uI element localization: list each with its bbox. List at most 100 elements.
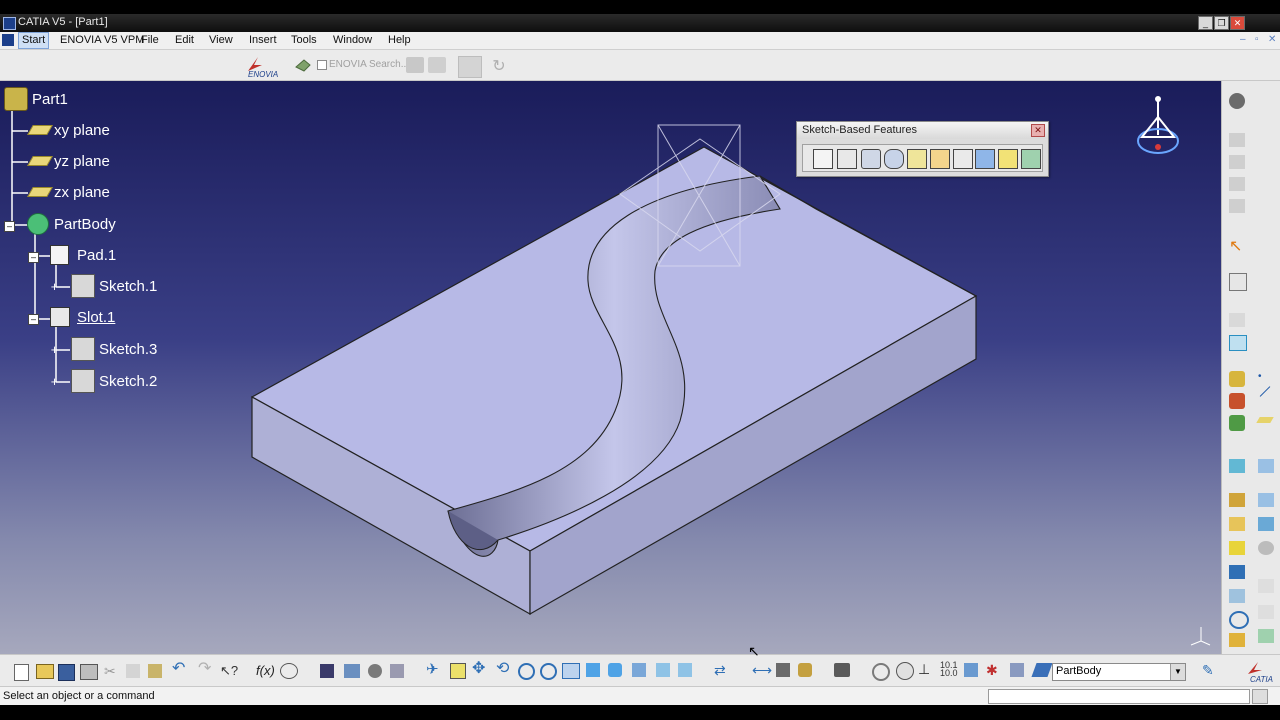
menu-edit[interactable]: Edit <box>175 34 194 46</box>
hybrid-design-icon[interactable] <box>872 663 890 681</box>
units-icon[interactable]: 10.1 10.0 <box>940 661 958 678</box>
iso-view-icon[interactable] <box>608 663 622 677</box>
text-annotation-icon[interactable] <box>1258 579 1274 593</box>
split-icon[interactable] <box>1229 459 1245 473</box>
restore-button[interactable]: ❐ <box>1214 16 1229 30</box>
shaft-tool-icon[interactable] <box>861 149 881 169</box>
collapse-icon[interactable]: – <box>28 314 39 325</box>
enovia-refresh-icon[interactable]: ↻ <box>488 56 510 76</box>
pad-tool-icon[interactable] <box>813 149 833 169</box>
apply-material-icon[interactable] <box>1229 633 1245 647</box>
boolean-icon[interactable] <box>1229 565 1245 579</box>
document-icon[interactable] <box>2 34 14 46</box>
settings-gear-icon[interactable] <box>1229 93 1245 109</box>
redo-icon[interactable]: ↷ <box>198 661 214 677</box>
body-icon[interactable] <box>1031 663 1053 677</box>
law-icon[interactable] <box>1229 177 1245 191</box>
chevron-down-icon[interactable]: ▼ <box>1170 664 1185 680</box>
snap-icon[interactable]: ✱ <box>986 663 1002 677</box>
paste-icon[interactable] <box>148 664 162 678</box>
new-file-icon[interactable] <box>14 664 29 681</box>
minimize-button[interactable]: _ <box>1198 16 1213 30</box>
mirror-icon[interactable] <box>1258 493 1274 507</box>
enovia-tree-icon[interactable] <box>406 57 424 73</box>
pocket-tool-icon[interactable] <box>837 149 857 169</box>
tree-yz-plane[interactable]: yz plane <box>54 153 110 170</box>
tree-xy-plane[interactable]: xy plane <box>54 122 110 139</box>
shell-icon[interactable] <box>1229 493 1245 507</box>
multi-view-icon[interactable] <box>586 663 600 677</box>
design-table-icon[interactable] <box>1229 199 1245 213</box>
tree-slot1[interactable]: Slot.1 <box>77 309 115 326</box>
draft-icon[interactable] <box>1229 415 1245 431</box>
close-window-button[interactable]: ✕ <box>1230 16 1245 30</box>
line-icon[interactable] <box>1259 386 1271 397</box>
filter-icon[interactable] <box>1010 663 1024 677</box>
copy-icon[interactable] <box>126 664 140 678</box>
select-cursor-icon[interactable]: ↖ <box>1229 239 1245 255</box>
catalog-grid-icon[interactable] <box>320 664 334 678</box>
menu-insert[interactable]: Insert <box>249 34 277 46</box>
doc-minimize-button[interactable]: – <box>1240 34 1246 45</box>
comment-icon[interactable] <box>280 663 298 679</box>
tree-partbody[interactable]: PartBody <box>54 216 116 233</box>
fly-mode-icon[interactable]: ✈ <box>426 662 444 678</box>
menu-start[interactable]: Start <box>18 32 50 49</box>
enovia-compare-icon[interactable] <box>458 56 482 78</box>
pattern-icon[interactable] <box>1258 517 1274 531</box>
pan-icon[interactable]: ✥ <box>472 661 488 677</box>
tree-sketch1[interactable]: Sketch.1 <box>99 278 157 295</box>
plane-small-icon[interactable] <box>1256 417 1274 423</box>
tree-sketch2[interactable]: Sketch.2 <box>99 373 157 390</box>
command-list-icon[interactable] <box>1252 689 1268 704</box>
menu-view[interactable]: View <box>209 34 233 46</box>
shading-icon[interactable] <box>632 663 646 677</box>
axis-xyz-icon[interactable]: ⊥ <box>918 661 934 677</box>
measure-icon[interactable] <box>1229 589 1245 603</box>
globe-icon[interactable] <box>896 662 914 680</box>
menu-tools[interactable]: Tools <box>291 34 317 46</box>
menu-help[interactable]: Help <box>388 34 411 46</box>
collapse-icon[interactable]: – <box>28 252 39 263</box>
palette-close-button[interactable]: ✕ <box>1031 124 1045 137</box>
chamfer-icon[interactable] <box>1229 393 1245 409</box>
knowledge-icon[interactable] <box>1229 133 1245 147</box>
enovia-navigate-icon[interactable] <box>294 57 312 73</box>
tree-zx-plane[interactable]: zx plane <box>54 184 110 201</box>
point-icon[interactable]: • <box>1258 371 1262 382</box>
doc-restore-button[interactable]: ▫ <box>1255 34 1259 45</box>
catalog-icon[interactable] <box>1258 629 1274 643</box>
menu-file[interactable]: File <box>141 34 159 46</box>
stiffener-tool-icon[interactable] <box>975 149 995 169</box>
translate-icon[interactable] <box>1229 517 1245 531</box>
menu-enovia[interactable]: ENOVIA V5 VPM <box>60 34 144 46</box>
hide-show-icon[interactable] <box>656 663 670 677</box>
knowledge-advisor-icon[interactable] <box>368 664 382 678</box>
normal-view-icon[interactable] <box>562 663 580 679</box>
solid-icon[interactable] <box>1229 541 1245 555</box>
undo-icon[interactable]: ↶ <box>172 661 188 677</box>
instantiate-icon[interactable] <box>344 664 360 678</box>
slot-tool-icon[interactable] <box>953 149 973 169</box>
expand-icon[interactable]: + <box>50 280 59 293</box>
tree-part1[interactable]: Part1 <box>32 91 68 108</box>
thickness-icon[interactable] <box>1258 459 1274 473</box>
table-icon[interactable] <box>390 664 404 678</box>
update-icon[interactable]: ⇄ <box>714 663 730 677</box>
rotate-icon[interactable]: ⟲ <box>496 661 512 677</box>
zoom-in-icon[interactable] <box>518 663 535 680</box>
plane-tool-icon[interactable] <box>1229 335 1247 351</box>
axis-icon[interactable] <box>1229 611 1249 629</box>
tree-pad1[interactable]: Pad.1 <box>77 247 116 264</box>
swap-visible-icon[interactable] <box>678 663 692 677</box>
print-icon[interactable] <box>80 664 98 680</box>
save-icon[interactable] <box>58 664 75 681</box>
part-design-workbench-icon[interactable]: ✎ <box>1202 663 1218 677</box>
formula-icon[interactable] <box>1229 155 1245 169</box>
compass-icon[interactable] <box>1134 95 1182 159</box>
fit-all-icon[interactable] <box>450 663 466 679</box>
doc-close-button[interactable]: ✕ <box>1268 34 1276 45</box>
remove-loft-tool-icon[interactable] <box>1021 149 1041 169</box>
measure-item-icon[interactable] <box>776 663 790 677</box>
menu-window[interactable]: Window <box>333 34 372 46</box>
